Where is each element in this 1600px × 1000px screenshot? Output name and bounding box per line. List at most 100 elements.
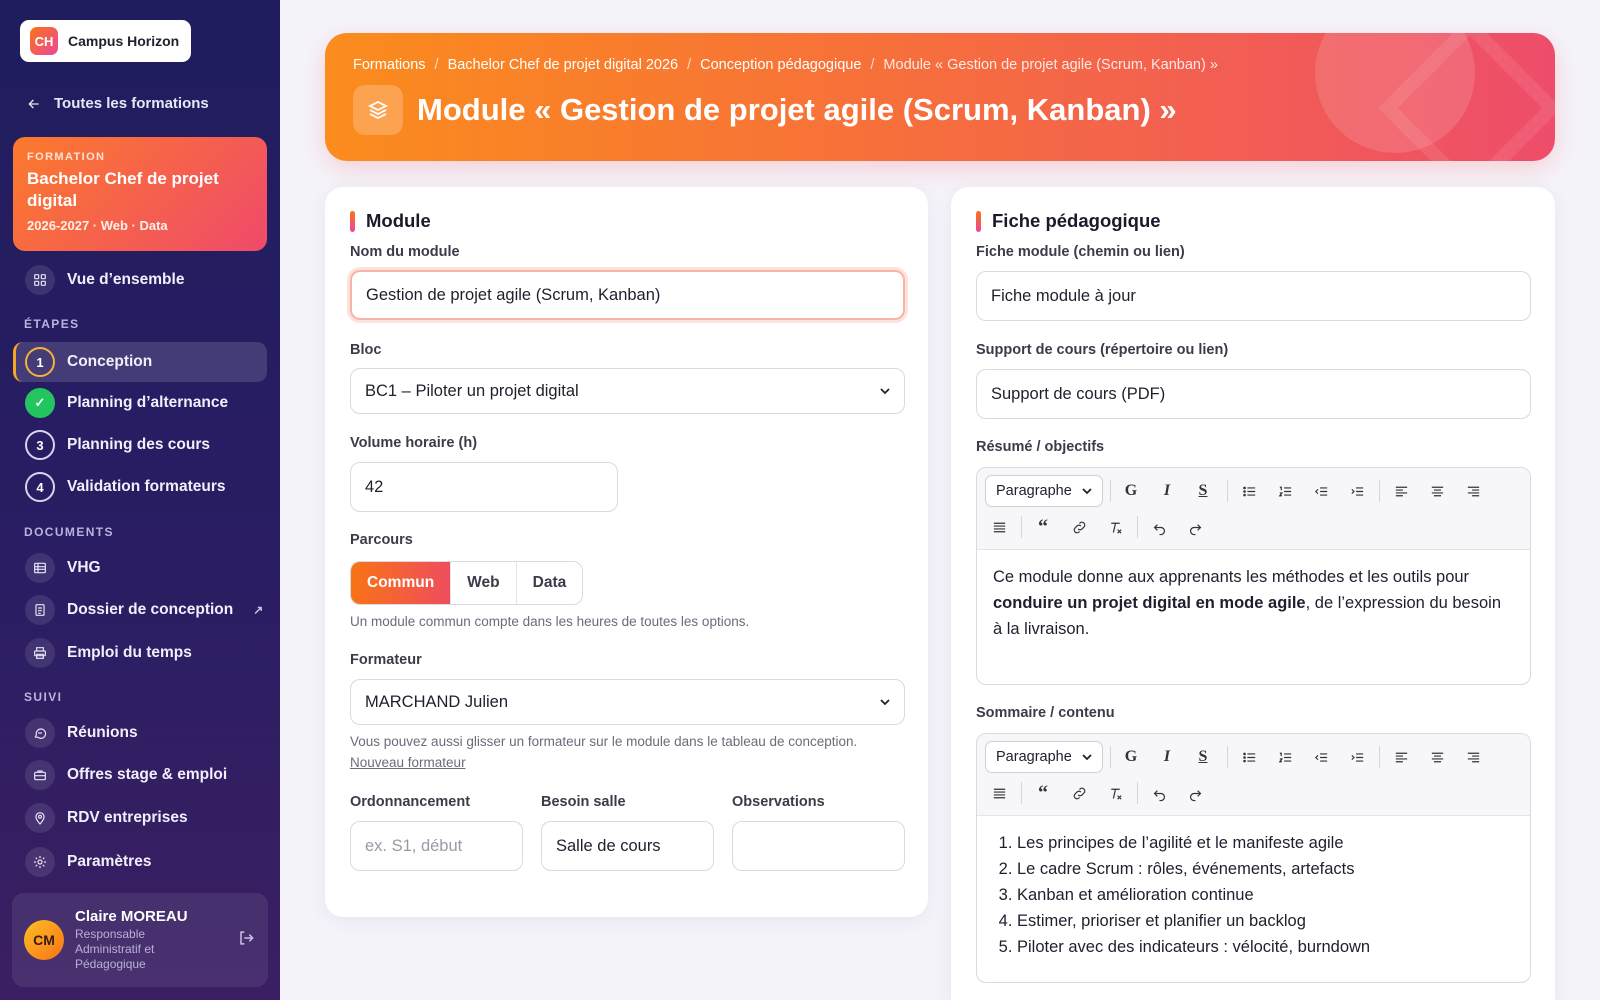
field-label: Besoin salle: [541, 794, 626, 810]
outdent-icon[interactable]: [1307, 743, 1335, 771]
ordonnancement-input[interactable]: ex. S1, début: [350, 821, 523, 871]
field-label: Volume horaire (h): [350, 435, 478, 451]
block-format-select[interactable]: Paragraphe: [985, 475, 1103, 507]
sidebar-item-emploi-du-temps[interactable]: Emploi du temps: [13, 633, 267, 673]
indent-icon[interactable]: [1343, 743, 1371, 771]
arrow-left-icon: [28, 99, 39, 108]
sidebar-step-planning-cours[interactable]: 3 Planning des cours: [13, 425, 267, 465]
sidebar-step-validation-formateurs[interactable]: 4 Validation formateurs: [13, 467, 267, 507]
chevron-down-icon: [1082, 754, 1092, 761]
formation-card[interactable]: FORMATION Bachelor Chef de projet digita…: [13, 137, 267, 251]
align-left-icon[interactable]: [1387, 477, 1415, 505]
sidebar-item-vhg[interactable]: VHG: [13, 548, 267, 588]
field-label: Support de cours (répertoire ou lien): [976, 342, 1229, 358]
bloc-select[interactable]: BC1 – Piloter un projet digital: [350, 368, 905, 414]
block-format-select[interactable]: Paragraphe: [985, 741, 1103, 773]
title-accent-bar: [976, 210, 981, 232]
sidebar-step-conception[interactable]: 1 Conception: [13, 342, 267, 382]
sidebar-item-label: Vue d’ensemble: [67, 271, 185, 288]
module-card: Module Nom du module Gestion de projet a…: [325, 187, 928, 917]
sidebar-item-offres-stage-emploi[interactable]: Offres stage & emploi: [13, 755, 267, 795]
align-left-icon[interactable]: [1387, 743, 1415, 771]
chevron-down-icon: [880, 699, 890, 706]
page-header-banner: Formations / Bachelor Chef de projet dig…: [325, 33, 1555, 161]
blockquote-button[interactable]: “: [1029, 779, 1057, 807]
numbered-list-icon[interactable]: [1271, 477, 1299, 505]
parcours-option-web[interactable]: Web: [450, 562, 515, 604]
sidebar-item-label: Paramètres: [67, 853, 152, 870]
link-icon[interactable]: [1065, 779, 1093, 807]
module-name-input[interactable]: Gestion de projet agile (Scrum, Kanban): [350, 270, 905, 320]
align-justify-icon[interactable]: [985, 513, 1013, 541]
breadcrumb-link[interactable]: Bachelor Chef de projet digital 2026: [448, 57, 679, 73]
breadcrumb-separator: /: [434, 57, 439, 73]
italic-button[interactable]: I: [1153, 743, 1181, 771]
table-icon: [25, 553, 55, 583]
bullet-list-icon[interactable]: [1235, 477, 1263, 505]
briefcase-icon: [25, 760, 55, 790]
sidebar-item-overview[interactable]: Vue d’ensemble: [13, 260, 267, 300]
user-name: Claire MOREAU: [75, 908, 188, 925]
sidebar-item-reunions[interactable]: Réunions: [13, 713, 267, 753]
bold-button[interactable]: G: [1117, 743, 1145, 771]
toolbar-divider: [1227, 746, 1228, 768]
formateur-help-text: Vous pouvez aussi glisser un formateur s…: [350, 734, 858, 749]
bold-button[interactable]: G: [1117, 477, 1145, 505]
numbered-list-icon[interactable]: [1271, 743, 1299, 771]
list-item: Piloter avec des indicateurs : vélocité,…: [1017, 934, 1514, 960]
strikethrough-button[interactable]: S: [1189, 477, 1217, 505]
parcours-option-data[interactable]: Data: [515, 562, 583, 604]
outdent-icon[interactable]: [1307, 477, 1335, 505]
back-to-formations-link[interactable]: Toutes les formations: [26, 95, 209, 112]
undo-icon[interactable]: [1145, 513, 1173, 541]
besoin-salle-input[interactable]: Salle de cours: [541, 821, 714, 871]
sidebar-item-label: Conception: [67, 353, 153, 370]
observations-input[interactable]: [732, 821, 905, 871]
sidebar-item-rdv-entreprises[interactable]: RDV entreprises: [13, 798, 267, 838]
indent-icon[interactable]: [1343, 477, 1371, 505]
breadcrumb-separator: /: [687, 57, 692, 73]
toolbar-divider: [1137, 516, 1138, 538]
sidebar-item-label: Emploi du temps: [67, 644, 192, 661]
clear-format-icon[interactable]: [1101, 779, 1129, 807]
fiche-module-input[interactable]: Fiche module à jour: [976, 271, 1531, 321]
sidebar-item-label: Planning des cours: [67, 436, 210, 453]
align-right-icon[interactable]: [1459, 477, 1487, 505]
clear-format-icon[interactable]: [1101, 513, 1129, 541]
sidebar-item-dossier-conception[interactable]: Dossier de conception ↗: [13, 590, 267, 630]
volume-horaire-input[interactable]: 42: [350, 462, 618, 512]
field-label: Bloc: [350, 342, 382, 358]
breadcrumb-current: Module « Gestion de projet agile (Scrum,…: [883, 57, 1218, 73]
app-logo[interactable]: CH Campus Horizon: [20, 20, 191, 62]
formateur-select-value: MARCHAND Julien: [365, 692, 509, 711]
parcours-help-text: Un module commun compte dans les heures …: [350, 614, 750, 629]
avatar: CM: [24, 920, 64, 960]
logout-icon[interactable]: [236, 928, 256, 953]
support-cours-input[interactable]: Support de cours (PDF): [976, 369, 1531, 419]
card-title-text: Fiche pédagogique: [992, 210, 1161, 231]
parcours-option-commun[interactable]: Commun: [351, 562, 451, 604]
align-justify-icon[interactable]: [985, 779, 1013, 807]
undo-icon[interactable]: [1145, 779, 1173, 807]
resume-editor-content[interactable]: Ce module donne aux apprenants les métho…: [977, 550, 1530, 656]
formateur-select[interactable]: MARCHAND Julien: [350, 679, 905, 725]
check-icon: ✓: [25, 388, 55, 418]
editor-toolbar: Paragraphe G I S “: [977, 734, 1530, 816]
italic-button[interactable]: I: [1153, 477, 1181, 505]
sommaire-editor-content[interactable]: Les principes de l’agilité et le manifes…: [977, 816, 1530, 974]
link-icon[interactable]: [1065, 513, 1093, 541]
sidebar-step-planning-alternance[interactable]: ✓ Planning d’alternance: [13, 383, 267, 423]
align-right-icon[interactable]: [1459, 743, 1487, 771]
strikethrough-button[interactable]: S: [1189, 743, 1217, 771]
align-center-icon[interactable]: [1423, 743, 1451, 771]
redo-icon[interactable]: [1181, 513, 1209, 541]
breadcrumb-link[interactable]: Conception pédagogique: [700, 57, 861, 73]
breadcrumb-link[interactable]: Formations: [353, 57, 426, 73]
align-center-icon[interactable]: [1423, 477, 1451, 505]
sidebar-item-parametres[interactable]: Paramètres: [13, 842, 267, 882]
redo-icon[interactable]: [1181, 779, 1209, 807]
breadcrumb-separator: /: [870, 57, 875, 73]
bullet-list-icon[interactable]: [1235, 743, 1263, 771]
blockquote-button[interactable]: “: [1029, 513, 1057, 541]
nouveau-formateur-link[interactable]: Nouveau formateur: [350, 755, 466, 770]
